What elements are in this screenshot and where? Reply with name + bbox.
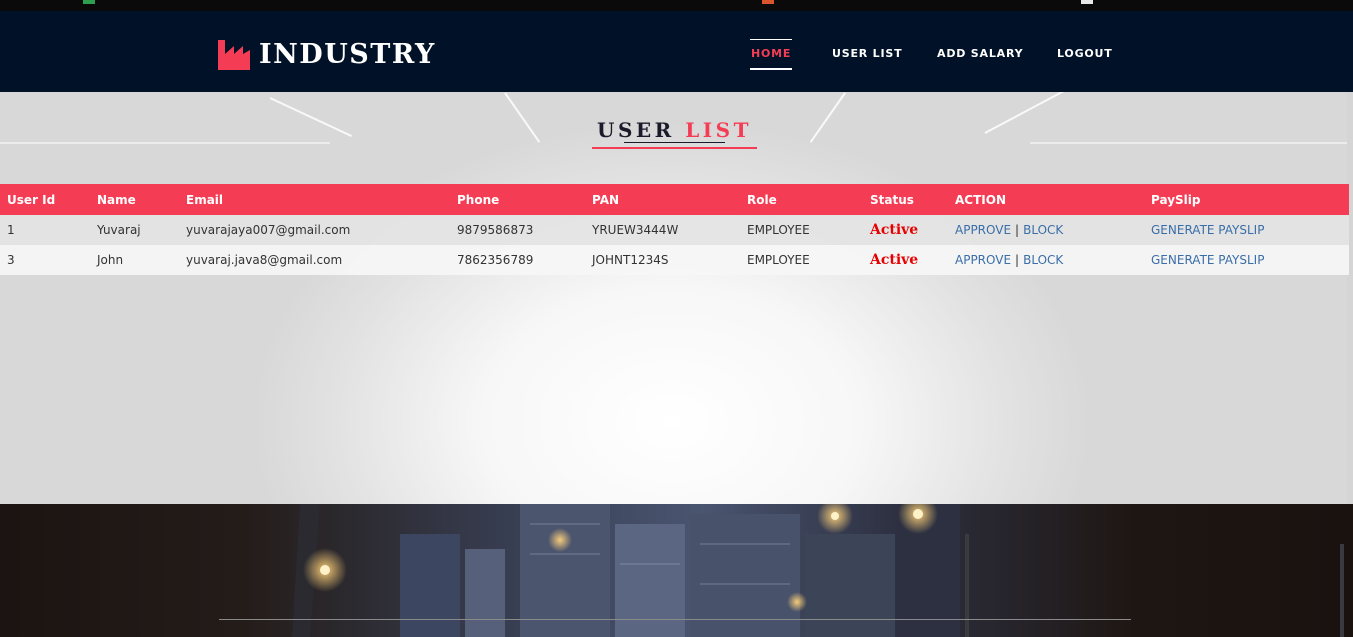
page-title: USER LIST [592,118,757,142]
cell-payslip: GENERATE PAYSLIP [1144,245,1349,275]
col-header-user-id: User Id [0,184,90,215]
col-header-phone: Phone [450,184,585,215]
cell-user-id: 1 [0,215,90,245]
cell-action: APPROVE | BLOCK [948,245,1144,275]
hero-background [0,92,1353,504]
light-beam [984,92,1065,134]
table-row: 3 John yuvaraj.java8@gmail.com 786235678… [0,245,1349,275]
cell-name: Yuvaraj [90,215,179,245]
cell-phone: 9879586873 [450,215,585,245]
cell-pan: JOHNT1234S [585,245,740,275]
nav-logout[interactable]: LOGOUT [1057,47,1113,60]
cell-role: EMPLOYEE [740,245,863,275]
cell-name: John [90,245,179,275]
table-row: 1 Yuvaraj yuvarajaya007@gmail.com 987958… [0,215,1349,245]
cell-user-id: 3 [0,245,90,275]
footer-divider [219,619,1131,620]
nav-user-list[interactable]: USER LIST [832,47,902,60]
light-beam [809,92,846,143]
nav-add-salary[interactable]: ADD SALARY [937,47,1023,60]
tab-marker-green [83,0,95,4]
light-beam [504,92,541,143]
factory-background-image [292,504,1344,637]
light-beam [0,142,330,144]
block-link[interactable]: BLOCK [1023,223,1063,237]
col-header-email: Email [179,184,450,215]
light-beam [269,97,352,137]
cell-role: EMPLOYEE [740,215,863,245]
title-underline-dark [624,142,725,143]
tab-marker-orange [762,0,774,4]
factory-icon [218,39,250,70]
hero-edge [1347,92,1353,504]
approve-link[interactable]: APPROVE [955,223,1011,237]
generate-payslip-link[interactable]: GENERATE PAYSLIP [1151,223,1264,237]
col-header-action: ACTION [948,184,1144,215]
cell-phone: 7862356789 [450,245,585,275]
cell-action: APPROVE | BLOCK [948,215,1144,245]
user-table: User Id Name Email Phone PAN Role Status… [0,184,1349,275]
tab-marker-white [1081,0,1093,4]
cell-payslip: GENERATE PAYSLIP [1144,215,1349,245]
col-header-pan: PAN [585,184,740,215]
cell-email: yuvaraj.java8@gmail.com [179,245,450,275]
footer [0,504,1353,637]
table-header-row: User Id Name Email Phone PAN Role Status… [0,184,1349,215]
nav-home[interactable]: HOME [749,39,793,70]
action-separator: | [1015,253,1020,267]
page-title-part1: USER [597,118,675,142]
light-beam [1030,142,1353,144]
brand-name: INDUSTRY [259,39,436,70]
col-header-role: Role [740,184,863,215]
generate-payslip-link[interactable]: GENERATE PAYSLIP [1151,253,1264,267]
approve-link[interactable]: APPROVE [955,253,1011,267]
block-link[interactable]: BLOCK [1023,253,1063,267]
page-title-part2: LIST [685,118,752,142]
title-underline [592,147,757,149]
cell-pan: YRUEW3444W [585,215,740,245]
browser-top-strip [0,0,1353,11]
col-header-payslip: PaySlip [1144,184,1349,215]
cell-status: Active [863,245,948,275]
action-separator: | [1015,223,1020,237]
col-header-name: Name [90,184,179,215]
col-header-status: Status [863,184,948,215]
brand-logo[interactable]: INDUSTRY [218,39,436,70]
navbar: INDUSTRY HOME USER LIST ADD SALARY LOGOU… [0,11,1353,92]
cell-email: yuvarajaya007@gmail.com [179,215,450,245]
cell-status: Active [863,215,948,245]
